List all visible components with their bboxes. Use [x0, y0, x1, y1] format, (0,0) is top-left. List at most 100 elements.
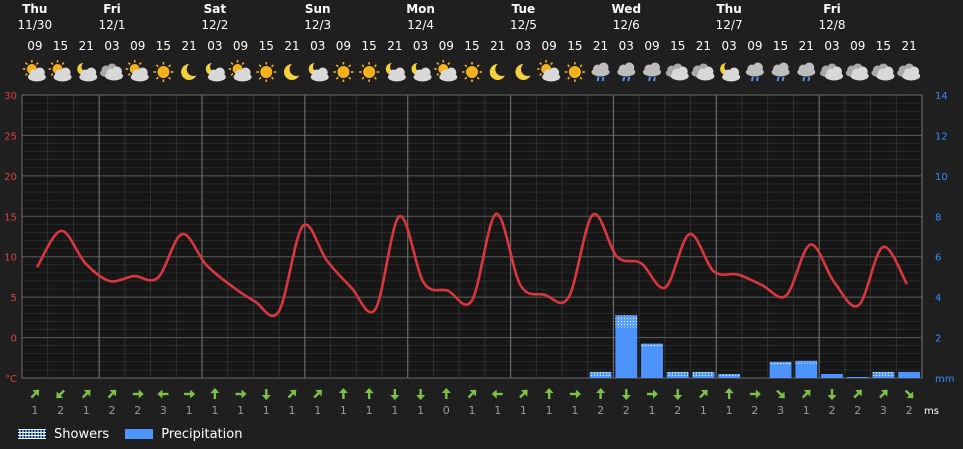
day-date: 12/4 [407, 18, 434, 32]
moon-icon [284, 62, 304, 80]
sun-ray [464, 64, 468, 68]
day-name: Thu [22, 2, 47, 16]
sun-ray [464, 76, 468, 80]
rain-drop [627, 76, 631, 82]
weather-chart: 302520151050°C1412108642mmThu11/30Fri12/… [4, 2, 954, 417]
cloud-puff [214, 67, 225, 78]
wind-arrow-icon [338, 388, 348, 399]
wind-speed-label: 3 [160, 404, 167, 417]
wind-speed-label: 1 [31, 404, 38, 417]
shower-bar [641, 343, 663, 348]
moon-shadow [289, 62, 304, 76]
wind-arrow-icon [699, 389, 708, 399]
shower-bar [692, 371, 715, 376]
wind-arrow-icon [81, 389, 91, 399]
arrow-head [673, 395, 683, 400]
rain-drop [807, 76, 811, 82]
cloud-puff [240, 67, 251, 78]
wind-arrow-icon [157, 389, 169, 399]
hour-label: 15 [567, 39, 582, 53]
wind-speed-label: 1 [803, 404, 810, 417]
cloud-puff [909, 66, 920, 77]
wind-speed-label: 3 [777, 404, 784, 417]
legend: Showers Precipitation [18, 424, 258, 444]
rain-drop [781, 76, 785, 82]
y-right-tick-label: mm [935, 374, 954, 385]
rain-drop [648, 76, 651, 82]
wind-arrow-icon [30, 389, 40, 399]
wind-unit-label: ms [924, 406, 939, 417]
wind-arrow-icon [724, 388, 734, 399]
wind-speed-label: 1 [700, 404, 707, 417]
precipitation-bar [872, 375, 895, 378]
sun-ray [127, 73, 131, 76]
day-name: Wed [612, 2, 642, 16]
sun-disc [363, 66, 376, 78]
sun-ray [539, 62, 543, 65]
sun-ray [50, 73, 54, 76]
hour-label: 03 [722, 39, 737, 53]
arrow-head [364, 388, 374, 393]
arrow-head [441, 388, 451, 393]
sun-ray [24, 73, 28, 76]
wind-speed-label: 2 [829, 404, 836, 417]
sun-disc [568, 66, 581, 78]
hour-label: 15 [156, 39, 171, 53]
moon-icon [489, 62, 509, 80]
rain-icon [745, 62, 764, 82]
wind-arrow-icon [491, 389, 503, 399]
sun-icon [256, 62, 277, 82]
sun-ray [567, 64, 571, 68]
hour-label: 15 [670, 39, 685, 53]
arrow-head [596, 388, 606, 393]
wind-speed-label: 2 [906, 404, 913, 417]
wind-speed-label: 2 [854, 404, 861, 417]
hour-label: 15 [773, 39, 788, 53]
sun-ray [348, 76, 352, 80]
hour-label: 09 [130, 39, 145, 53]
day-name: Sun [305, 2, 331, 16]
sun-icon [359, 62, 380, 82]
wind-speed-label: 1 [417, 404, 424, 417]
rain-drop [653, 76, 656, 82]
hour-label: 03 [413, 39, 428, 53]
sun-ray [567, 76, 571, 80]
sun-ray [24, 62, 28, 65]
arrow-head [138, 389, 144, 399]
rain-drop [601, 76, 605, 82]
cloud-puff [677, 66, 688, 77]
hour-label: 21 [593, 39, 608, 53]
legend-precipitation-label: Precipitation [161, 426, 243, 442]
cloud-puff [857, 66, 868, 77]
precipitation-bar [641, 347, 663, 378]
cloud-puff [446, 67, 457, 78]
wind-arrow-icon [441, 388, 451, 399]
sun-ray [579, 64, 583, 68]
moon-cloud-icon [385, 61, 406, 82]
hour-label: 15 [259, 39, 274, 53]
y-right-tick-label: 6 [935, 253, 941, 264]
y-left-tick-label: 0 [11, 334, 17, 345]
cloud-puff [60, 67, 71, 78]
y-right-tick-label: 10 [935, 172, 948, 183]
wind-speed-label: 2 [674, 404, 681, 417]
wind-speed-label: 1 [469, 404, 476, 417]
cloud-puff [832, 66, 842, 77]
arrow-head [755, 389, 761, 399]
cloud-puff [34, 67, 45, 78]
sun-ray [271, 76, 274, 80]
sun-ray [155, 76, 159, 80]
wind-speed-label: 1 [391, 404, 398, 417]
cloud-puff [883, 66, 894, 77]
shower-bar [795, 360, 818, 364]
rain-drop [750, 76, 754, 82]
sun-ray [35, 62, 39, 65]
sun-ray [436, 62, 440, 65]
y-right-tick-label: 12 [935, 131, 948, 142]
hour-label: 03 [207, 39, 222, 53]
cloud-puff [420, 67, 431, 78]
sun-icon [153, 62, 174, 82]
rain-drop [755, 76, 759, 82]
hour-label: 21 [284, 39, 299, 53]
wind-arrow-icon [210, 388, 220, 399]
